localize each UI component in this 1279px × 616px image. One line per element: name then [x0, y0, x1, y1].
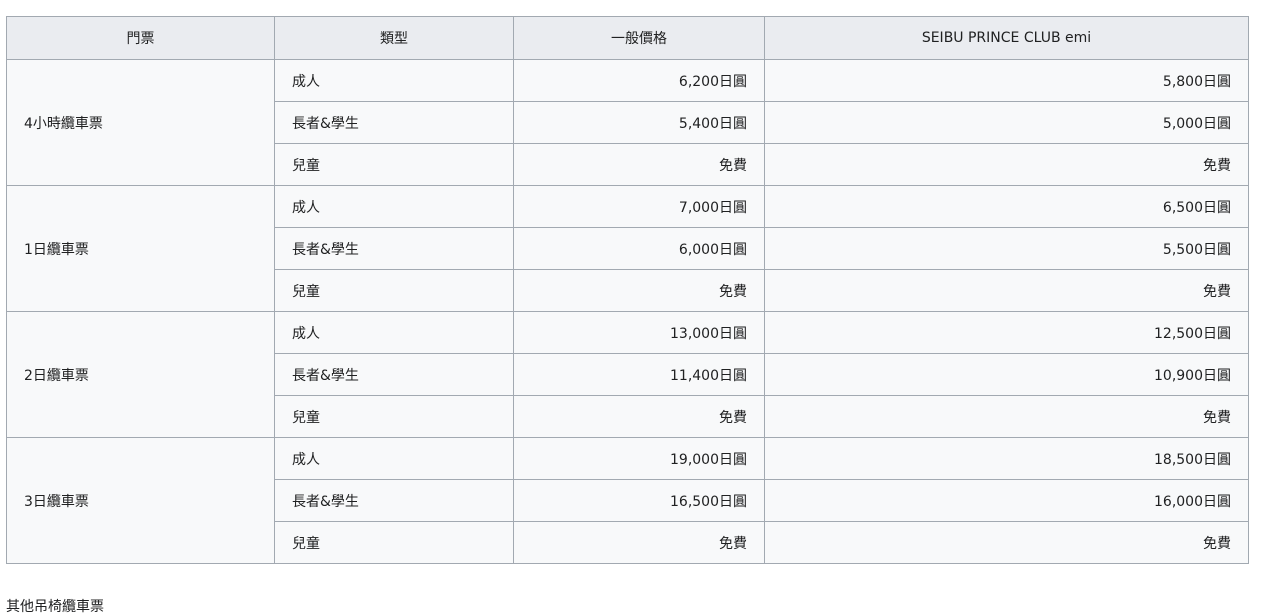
- member-price: 5,800日圓: [764, 59, 1249, 102]
- ticket-type: 兒童: [274, 269, 514, 312]
- general-price: 19,000日圓: [513, 437, 765, 480]
- header-member-price: SEIBU PRINCE CLUB emi: [764, 16, 1249, 60]
- general-price: 6,000日圓: [513, 227, 765, 270]
- member-price: 免費: [764, 521, 1249, 564]
- section-heading-other-lift-tickets: 其他吊椅纜車票: [6, 599, 104, 615]
- general-price: 5,400日圓: [513, 101, 765, 144]
- header-general-price: 一般價格: [513, 16, 765, 60]
- ticket-type: 長者&學生: [274, 101, 514, 144]
- member-price: 18,500日圓: [764, 437, 1249, 480]
- table-row: 4小時纜車票 成人 6,200日圓 5,800日圓: [6, 59, 1249, 186]
- member-price: 5,000日圓: [764, 101, 1249, 144]
- ticket-type: 成人: [274, 59, 514, 102]
- general-price: 6,200日圓: [513, 59, 765, 102]
- general-price: 7,000日圓: [513, 185, 765, 228]
- ticket-name: 3日纜車票: [6, 437, 275, 564]
- ticket-type: 兒童: [274, 521, 514, 564]
- general-price: 免費: [513, 269, 765, 312]
- member-price: 6,500日圓: [764, 185, 1249, 228]
- table-row: 2日纜車票 成人 13,000日圓 12,500日圓: [6, 311, 1249, 438]
- ticket-type: 長者&學生: [274, 479, 514, 522]
- table-row: 1日纜車票 成人 7,000日圓 6,500日圓: [6, 185, 1249, 312]
- ticket-type: 成人: [274, 311, 514, 354]
- general-price: 免費: [513, 521, 765, 564]
- table-row: 3日纜車票 成人 19,000日圓 18,500日圓: [6, 437, 1249, 564]
- price-table: 門票 類型 一般價格 SEIBU PRINCE CLUB emi 4小時纜車票 …: [6, 16, 1249, 564]
- general-price: 11,400日圓: [513, 353, 765, 396]
- header-type: 類型: [274, 16, 514, 60]
- member-price: 12,500日圓: [764, 311, 1249, 354]
- ticket-type: 成人: [274, 185, 514, 228]
- member-price: 16,000日圓: [764, 479, 1249, 522]
- member-price: 免費: [764, 395, 1249, 438]
- general-price: 16,500日圓: [513, 479, 765, 522]
- general-price: 13,000日圓: [513, 311, 765, 354]
- ticket-name: 1日纜車票: [6, 185, 275, 312]
- general-price: 免費: [513, 395, 765, 438]
- table-header-row: 門票 類型 一般價格 SEIBU PRINCE CLUB emi: [6, 16, 1249, 60]
- ticket-name: 2日纜車票: [6, 311, 275, 438]
- general-price: 免費: [513, 143, 765, 186]
- member-price: 免費: [764, 269, 1249, 312]
- ticket-type: 長者&學生: [274, 227, 514, 270]
- ticket-type: 長者&學生: [274, 353, 514, 396]
- ticket-type: 兒童: [274, 395, 514, 438]
- member-price: 5,500日圓: [764, 227, 1249, 270]
- ticket-name: 4小時纜車票: [6, 59, 275, 186]
- member-price: 10,900日圓: [764, 353, 1249, 396]
- member-price: 免費: [764, 143, 1249, 186]
- ticket-type: 成人: [274, 437, 514, 480]
- ticket-type: 兒童: [274, 143, 514, 186]
- header-ticket: 門票: [6, 16, 275, 60]
